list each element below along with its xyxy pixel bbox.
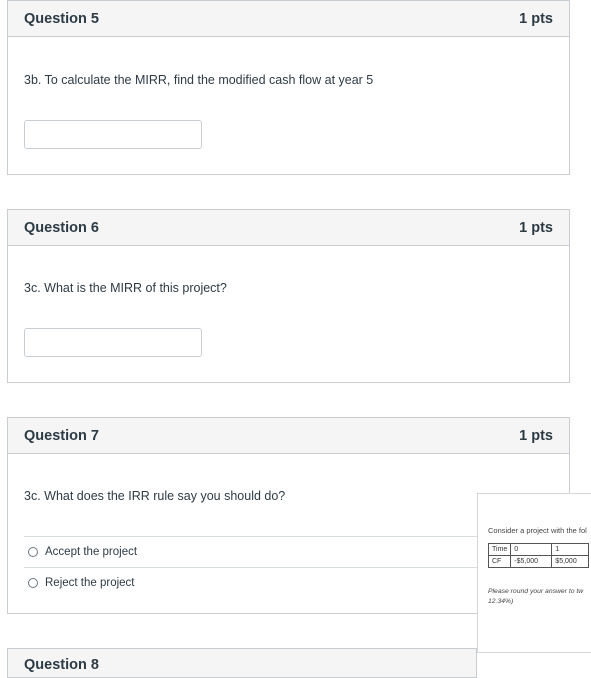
question-6-header: Question 6 1 pts <box>8 210 569 246</box>
option-label[interactable]: Accept the project <box>45 546 137 558</box>
question-7-points: 1 pts <box>519 427 553 444</box>
question-7-header: Question 7 1 pts <box>8 418 569 454</box>
question-5-text: 3b. To calculate the MIRR, find the modi… <box>24 73 374 87</box>
table-cell: -$5,000 <box>510 555 553 568</box>
table-cell: 0 <box>510 543 553 556</box>
cash-flow-table: Time 0 1 CF -$5,000 $5,000 <box>487 543 590 568</box>
note-line: Please round your answer to tw <box>488 588 584 595</box>
question-5-card: Question 5 1 pts 3b. To calculate the MI… <box>7 0 570 175</box>
question-7-text: 3c. What does the IRR rule say you shoul… <box>24 489 286 503</box>
question-8-card: Question 8 <box>7 648 477 678</box>
option-label[interactable]: Reject the project <box>45 577 135 589</box>
table-cell: 1 <box>551 543 590 556</box>
question-6-text: 3c. What is the MIRR of this project? <box>24 281 227 295</box>
question-8-title: Question 8 <box>24 657 99 673</box>
table-row: Time 0 1 <box>487 543 590 556</box>
radio-button-icon[interactable] <box>28 578 38 588</box>
note-line: 12.34%) <box>488 598 514 605</box>
popup-rounding-note: Please round your answer to tw 12.34%) <box>488 587 583 607</box>
question-7-option-reject[interactable]: Reject the project <box>24 567 554 598</box>
question-5-title: Question 5 <box>24 10 99 27</box>
popup-intro-text: Consider a project with the fol <box>488 526 587 535</box>
table-cell: CF <box>487 555 512 568</box>
table-cell: $5,000 <box>551 555 590 568</box>
question-5-header: Question 5 1 pts <box>8 1 569 37</box>
table-row: CF -$5,000 $5,000 <box>487 555 590 568</box>
question-6-points: 1 pts <box>519 219 553 236</box>
question-5-points: 1 pts <box>519 10 553 27</box>
question-6-answer-input[interactable] <box>24 328 202 357</box>
question-6-title: Question 6 <box>24 219 99 236</box>
radio-button-icon[interactable] <box>28 547 38 557</box>
question-7-option-accept[interactable]: Accept the project <box>24 536 554 567</box>
question-6-card: Question 6 1 pts 3c. What is the MIRR of… <box>7 209 570 383</box>
problem-context-popup: Consider a project with the fol Time 0 1… <box>477 493 591 653</box>
question-7-title: Question 7 <box>24 427 99 444</box>
question-5-answer-input[interactable] <box>24 120 202 149</box>
table-cell: Time <box>487 543 512 556</box>
